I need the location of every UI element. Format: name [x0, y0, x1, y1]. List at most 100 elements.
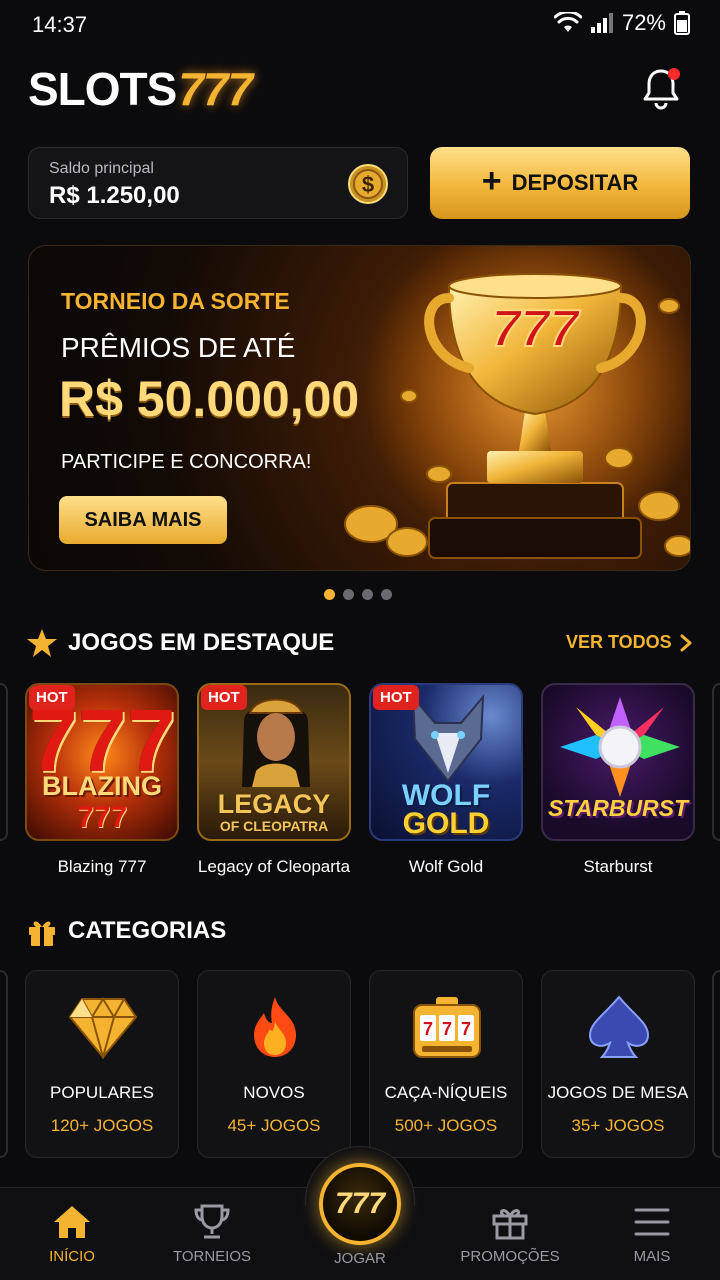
next-game-peek[interactable]: [712, 683, 720, 841]
game-name: Legacy of Cleoparta: [197, 857, 351, 876]
thumb-title-top: STARBURST: [547, 795, 689, 821]
diamond-icon: [68, 997, 138, 1059]
banner-line: PRÊMIOS DE ATÉ: [61, 332, 296, 363]
game-name: Starburst: [583, 857, 653, 876]
category-novos[interactable]: NOVOS 45+ JOGOS: [197, 970, 351, 1158]
logo-text: SLOTS: [28, 63, 177, 115]
game-card[interactable]: HOT WOLF GOLD Wolf Gold: [369, 683, 523, 877]
previous-game-peek[interactable]: [0, 683, 8, 841]
play-button[interactable]: 777: [319, 1163, 401, 1245]
game-card[interactable]: STARBURST Starburst: [541, 683, 695, 877]
wifi-icon: [553, 12, 582, 32]
chevron-right-icon: [680, 634, 692, 651]
status-time: 14:37: [32, 12, 88, 37]
battery-percent: 72%: [621, 10, 666, 35]
thumb-title-bottom: 777: [76, 801, 128, 834]
trophy-icon: [194, 1204, 230, 1239]
carousel-dot[interactable]: [362, 589, 373, 600]
balance-value: R$ 1.250,00: [49, 182, 180, 209]
play-label: JOGAR: [334, 1250, 386, 1267]
category-jogos-de-mesa[interactable]: JOGOS DE MESA 35+ JOGOS: [541, 970, 695, 1158]
learn-more-button[interactable]: SAIBA MAIS: [59, 496, 227, 544]
status-indicators: 72%: [553, 10, 690, 36]
game-thumbnail: HOT WOLF GOLD: [369, 683, 523, 841]
plus-icon: +: [481, 162, 502, 200]
nav-more[interactable]: MAIS: [582, 1204, 720, 1265]
deposit-button[interactable]: + DEPOSITAR: [430, 147, 690, 219]
nav-label: TORNEIOS: [172, 1248, 252, 1265]
gift-icon: [29, 921, 55, 946]
battery-icon: [674, 11, 690, 35]
carousel-indicator: [324, 589, 392, 600]
menu-icon: [634, 1208, 670, 1236]
star-icon: [27, 629, 57, 657]
logo-number: 777: [178, 63, 253, 115]
category-name: NOVOS: [243, 1083, 305, 1102]
coin-icon: $: [348, 164, 388, 204]
slot-machine-icon: 7 7 7: [413, 997, 481, 1058]
nav-tournaments[interactable]: TORNEIOS: [142, 1204, 282, 1265]
thumb-title-bottom: GOLD: [402, 807, 490, 840]
deposit-label: DEPOSITAR: [511, 170, 639, 195]
play-badge: 777: [334, 1187, 386, 1220]
category-populares[interactable]: POPULARES 120+ JOGOS: [25, 970, 179, 1158]
carousel-dot[interactable]: [381, 589, 392, 600]
hot-badge: HOT: [373, 685, 419, 710]
signal-icon: [590, 13, 613, 33]
featured-section-header: JOGOS EM DESTAQUE: [26, 627, 334, 659]
gift-icon: [492, 1209, 528, 1240]
banner-kicker: TORNEIO DA SORTE: [61, 288, 290, 314]
status-bar: 14:37 72%: [0, 0, 720, 52]
promo-banner[interactable]: 777 TORNEIO DA SORTE PRÊMIOS DE ATÉ R$ 5…: [28, 245, 691, 571]
thumb-title-top: BLAZING: [42, 771, 162, 801]
nav-label: PROMOÇÕES: [460, 1248, 560, 1265]
nav-label: MAIS: [633, 1248, 671, 1265]
previous-category-peek[interactable]: [0, 970, 8, 1158]
svg-text:7: 7: [442, 1019, 452, 1039]
categories-title: CATEGORIAS: [68, 917, 227, 944]
game-thumbnail: HOT LEGACY OF CLEOPATRA: [197, 683, 351, 841]
category-name: CAÇA-NÍQUEIS: [384, 1083, 508, 1102]
notification-badge: [668, 68, 680, 80]
category-count: 500+ JOGOS: [394, 1116, 498, 1135]
thumb-title-top: LEGACY: [217, 789, 331, 819]
category-count: 45+ JOGOS: [227, 1116, 321, 1135]
balance-card[interactable]: Saldo principal R$ 1.250,00 $: [28, 147, 408, 219]
nav-home[interactable]: INÍCIO: [2, 1204, 142, 1265]
carousel-dot[interactable]: [343, 589, 354, 600]
app-logo[interactable]: SLOTS 777: [28, 62, 253, 116]
next-category-peek[interactable]: [712, 970, 720, 1158]
nav-promotions[interactable]: PROMOÇÕES: [440, 1204, 580, 1265]
banner-subtitle: PARTICIPE E CONCORRA!: [61, 451, 312, 473]
hot-badge: HOT: [29, 685, 75, 710]
game-card[interactable]: HOT LEGACY OF CLEOPATRA Legacy of Cleopa…: [197, 683, 351, 877]
game-thumbnail: STARBURST: [541, 683, 695, 841]
game-name: Wolf Gold: [408, 857, 484, 876]
spade-icon: [588, 995, 650, 1058]
starburst-gem: [560, 697, 680, 797]
category-count: 120+ JOGOS: [50, 1116, 154, 1135]
svg-text:7: 7: [461, 1019, 471, 1039]
thumb-title-bottom: OF CLEOPATRA: [219, 818, 329, 834]
see-all-link[interactable]: VER TODOS: [566, 632, 692, 653]
category-caca-niqueis[interactable]: 7 7 7 CAÇA-NÍQUEIS 500+ JOGOS: [369, 970, 523, 1158]
balance-label: Saldo principal: [49, 160, 154, 177]
banner-amount: R$ 50.000,00: [59, 371, 360, 427]
hot-badge: HOT: [201, 685, 247, 710]
game-name: Blazing 777: [57, 857, 147, 876]
cleopatra-portrait: [242, 698, 310, 787]
home-icon: [54, 1206, 90, 1238]
game-card[interactable]: HOT 777 BLAZING 777 Blazing 777: [25, 683, 179, 877]
category-name: POPULARES: [50, 1083, 154, 1102]
nav-label: INÍCIO: [49, 1248, 95, 1265]
svg-text:7: 7: [423, 1019, 433, 1039]
featured-title: JOGOS EM DESTAQUE: [68, 629, 335, 656]
game-thumbnail: HOT 777 BLAZING 777: [25, 683, 179, 841]
trophy-text: 777: [492, 300, 581, 358]
carousel-dot[interactable]: [324, 589, 335, 600]
categories-section-header: CATEGORIAS: [26, 915, 226, 947]
see-all-label: VER TODOS: [566, 632, 672, 652]
category-count: 35+ JOGOS: [571, 1116, 665, 1135]
notifications-button[interactable]: [640, 66, 682, 110]
svg-text:$: $: [362, 172, 374, 197]
